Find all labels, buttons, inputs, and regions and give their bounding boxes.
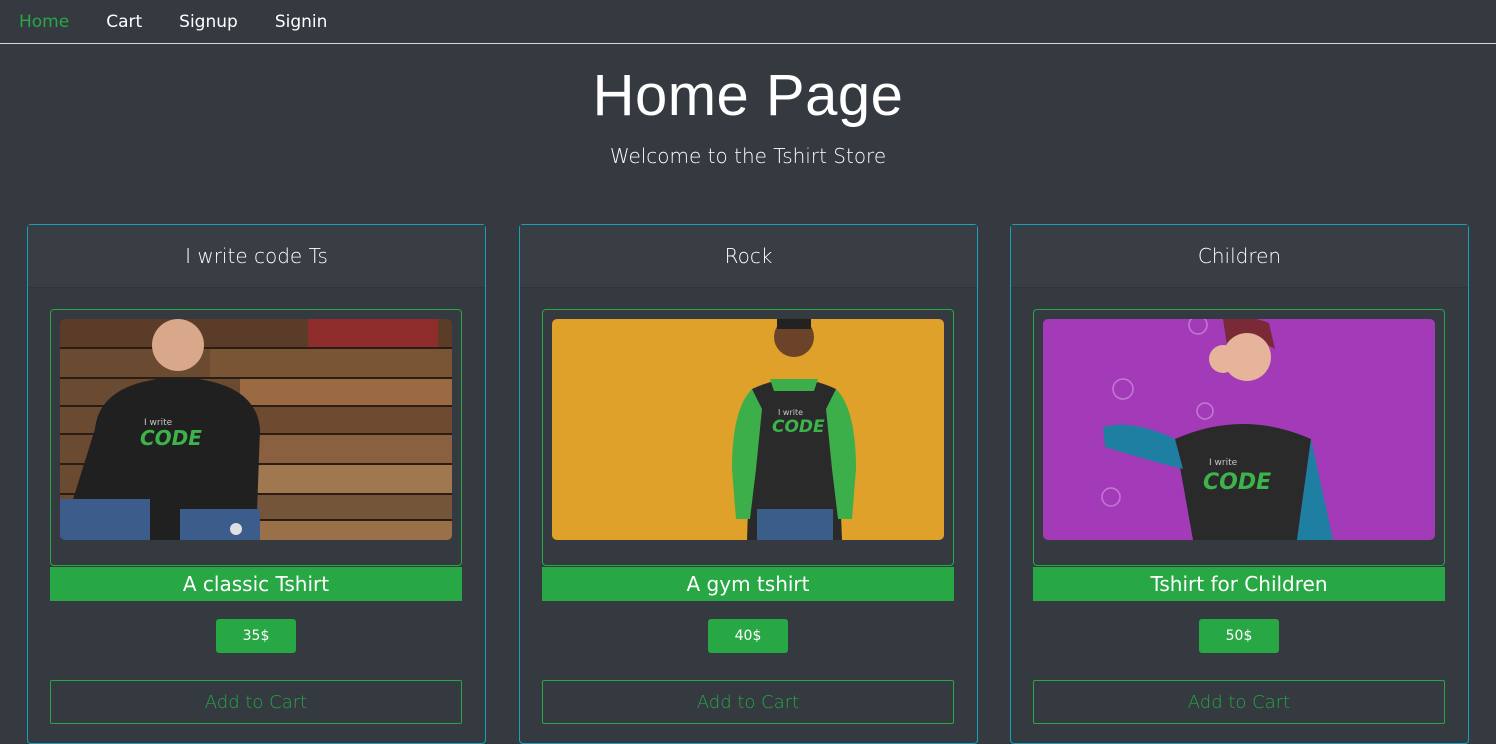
- product-card: I write code Ts I write CODE A classic T…: [27, 224, 486, 744]
- price-badge: 35$: [216, 619, 296, 653]
- svg-text:CODE: CODE: [140, 426, 202, 450]
- product-card: Rock I write CODE A gym tshirt 40$ Add t…: [519, 224, 978, 744]
- svg-text:CODE: CODE: [772, 417, 825, 437]
- nav-cart-link[interactable]: Cart: [106, 12, 142, 32]
- add-to-cart-button[interactable]: Add to Cart: [1033, 680, 1445, 724]
- product-category: Rock: [520, 225, 977, 288]
- product-name: A gym tshirt: [542, 567, 954, 601]
- svg-text:I write: I write: [778, 408, 803, 417]
- nav-home-link[interactable]: Home: [19, 12, 69, 32]
- product-image-frame: I write CODE: [50, 309, 462, 566]
- product-card: Children I write CODE Tshirt for Childre…: [1010, 224, 1469, 744]
- page-title: Home Page: [592, 63, 904, 128]
- svg-text:I write: I write: [1209, 458, 1238, 468]
- page-header: Home Page Welcome to the Tshirt Store: [0, 44, 1496, 169]
- product-image: I write CODE: [60, 319, 452, 540]
- product-image-frame: I write CODE: [542, 309, 954, 566]
- nav-signup-link[interactable]: Signup: [179, 12, 238, 32]
- product-name: Tshirt for Children: [1033, 567, 1445, 601]
- page-subtitle: Welcome to the Tshirt Store: [609, 144, 887, 168]
- product-name: A classic Tshirt: [50, 567, 462, 601]
- product-image: I write CODE: [552, 319, 944, 540]
- price-badge: 50$: [1199, 619, 1279, 653]
- add-to-cart-button[interactable]: Add to Cart: [50, 680, 462, 724]
- price-badge: 40$: [708, 619, 788, 653]
- product-image: I write CODE: [1043, 319, 1435, 540]
- svg-text:CODE: CODE: [1203, 470, 1271, 495]
- add-to-cart-button[interactable]: Add to Cart: [542, 680, 954, 724]
- product-image-frame: I write CODE: [1033, 309, 1445, 566]
- nav-signin-link[interactable]: Signin: [275, 12, 328, 32]
- product-category: I write code Ts: [28, 225, 485, 288]
- product-category: Children: [1011, 225, 1468, 288]
- top-navbar: Home Cart Signup Signin: [0, 0, 1496, 44]
